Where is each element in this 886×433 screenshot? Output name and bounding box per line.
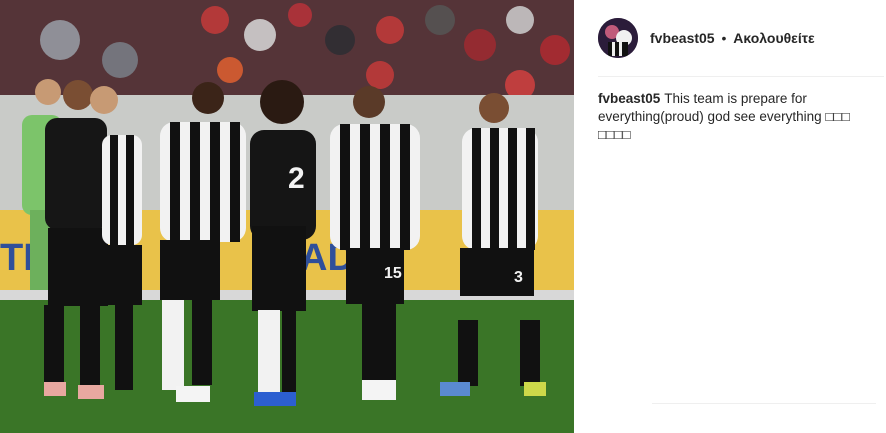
post-header: fvbeast05 • Ακολουθείτε xyxy=(598,16,886,60)
username-link[interactable]: fvbeast05 xyxy=(650,30,715,46)
caption-username-link[interactable]: fvbeast05 xyxy=(598,91,660,106)
svg-text:3: 3 xyxy=(514,269,523,286)
header-text: fvbeast05 • Ακολουθείτε xyxy=(650,30,815,46)
header-divider xyxy=(598,76,884,77)
team-photo-image: TP AD 2 15 3 xyxy=(0,0,574,433)
comments-divider xyxy=(652,403,876,404)
post-side-panel: fvbeast05 • Ακολουθείτε fvbeast05 This te… xyxy=(574,0,886,433)
header-separator: • xyxy=(721,30,727,46)
svg-text:2: 2 xyxy=(288,162,305,195)
post-photo[interactable]: TP AD 2 15 3 xyxy=(0,0,574,433)
post-caption: fvbeast05 This team is prepare for everyt… xyxy=(598,90,874,144)
svg-text:15: 15 xyxy=(384,265,402,282)
follow-status-button[interactable]: Ακολουθείτε xyxy=(733,30,814,46)
avatar[interactable] xyxy=(598,18,638,58)
avatar-image xyxy=(598,18,638,58)
